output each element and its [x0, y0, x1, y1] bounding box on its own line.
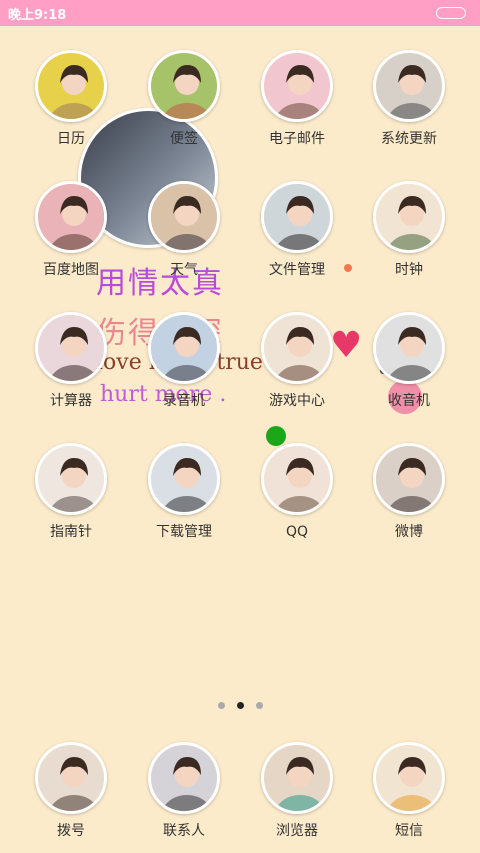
compass-photo-icon: [35, 443, 107, 515]
page-dot[interactable]: [255, 702, 263, 709]
dock-label: 联系人: [163, 823, 205, 839]
files-photo-icon: [261, 181, 333, 253]
app-weibo[interactable]: 微博: [353, 443, 465, 541]
app-label: 录音机: [163, 393, 205, 409]
browser-photo-icon: [261, 742, 333, 814]
app-label: 指南针: [50, 524, 92, 540]
app-calculator[interactable]: 计算器: [15, 312, 127, 410]
app-weather[interactable]: 天气: [128, 181, 240, 279]
dock-sms[interactable]: 短信: [353, 742, 465, 840]
app-label: 便签: [170, 131, 198, 147]
app-label: 系统更新: [381, 131, 437, 147]
weibo-photo-icon: [373, 443, 445, 515]
weather-photo-icon: [148, 181, 220, 253]
dock-label: 浏览器: [276, 823, 318, 839]
app-games[interactable]: 游戏中心: [241, 312, 353, 410]
app-map[interactable]: 百度地图: [15, 181, 127, 279]
update-photo-icon: [373, 50, 445, 122]
email-photo-icon: [261, 50, 333, 122]
notes-photo-icon: [148, 50, 220, 122]
downloads-photo-icon: [148, 443, 220, 515]
app-clock[interactable]: 时钟: [353, 181, 465, 279]
dock-dialer[interactable]: 拨号: [15, 742, 127, 840]
page-indicator[interactable]: [0, 702, 480, 709]
radio-photo-icon: [373, 312, 445, 384]
contacts-photo-icon: [148, 742, 220, 814]
dock-label: 短信: [395, 823, 423, 839]
app-label: 电子邮件: [269, 131, 325, 147]
app-recorder[interactable]: 录音机: [128, 312, 240, 410]
page-dot[interactable]: [217, 702, 225, 709]
app-files[interactable]: 文件管理: [241, 181, 353, 279]
app-label: 游戏中心: [269, 393, 325, 409]
battery-icon: [436, 7, 466, 19]
app-qq[interactable]: QQ: [241, 443, 353, 541]
calendar-photo-icon: [35, 50, 107, 122]
qq-photo-icon: [261, 443, 333, 515]
games-photo-icon: [261, 312, 333, 384]
app-label: 收音机: [388, 393, 430, 409]
app-label: 文件管理: [269, 262, 325, 278]
app-label: 下载管理: [156, 524, 212, 540]
status-time: 晚上9:18: [8, 7, 67, 23]
app-radio[interactable]: 收音机: [353, 312, 465, 410]
dock-contacts[interactable]: 联系人: [128, 742, 240, 840]
dialer-photo-icon: [35, 742, 107, 814]
app-downloads[interactable]: 下载管理: [128, 443, 240, 541]
status-bar: 晚上9:18: [0, 0, 480, 26]
app-update[interactable]: 系统更新: [353, 50, 465, 148]
clock-photo-icon: [373, 181, 445, 253]
recorder-photo-icon: [148, 312, 220, 384]
app-label: 天气: [170, 262, 198, 278]
app-label: 计算器: [50, 393, 92, 409]
app-notes[interactable]: 便签: [128, 50, 240, 148]
sms-photo-icon: [373, 742, 445, 814]
calculator-photo-icon: [35, 312, 107, 384]
app-calendar[interactable]: 日历: [15, 50, 127, 148]
app-label: QQ: [285, 524, 309, 540]
app-label: 日历: [57, 131, 85, 147]
app-compass[interactable]: 指南针: [15, 443, 127, 541]
dock-browser[interactable]: 浏览器: [241, 742, 353, 840]
app-label: 时钟: [395, 262, 423, 278]
map-photo-icon: [35, 181, 107, 253]
app-label: 百度地图: [43, 262, 99, 278]
page-dot-active[interactable]: [236, 702, 244, 709]
dock-label: 拨号: [57, 823, 85, 839]
app-label: 微博: [395, 524, 423, 540]
app-email[interactable]: 电子邮件: [241, 50, 353, 148]
